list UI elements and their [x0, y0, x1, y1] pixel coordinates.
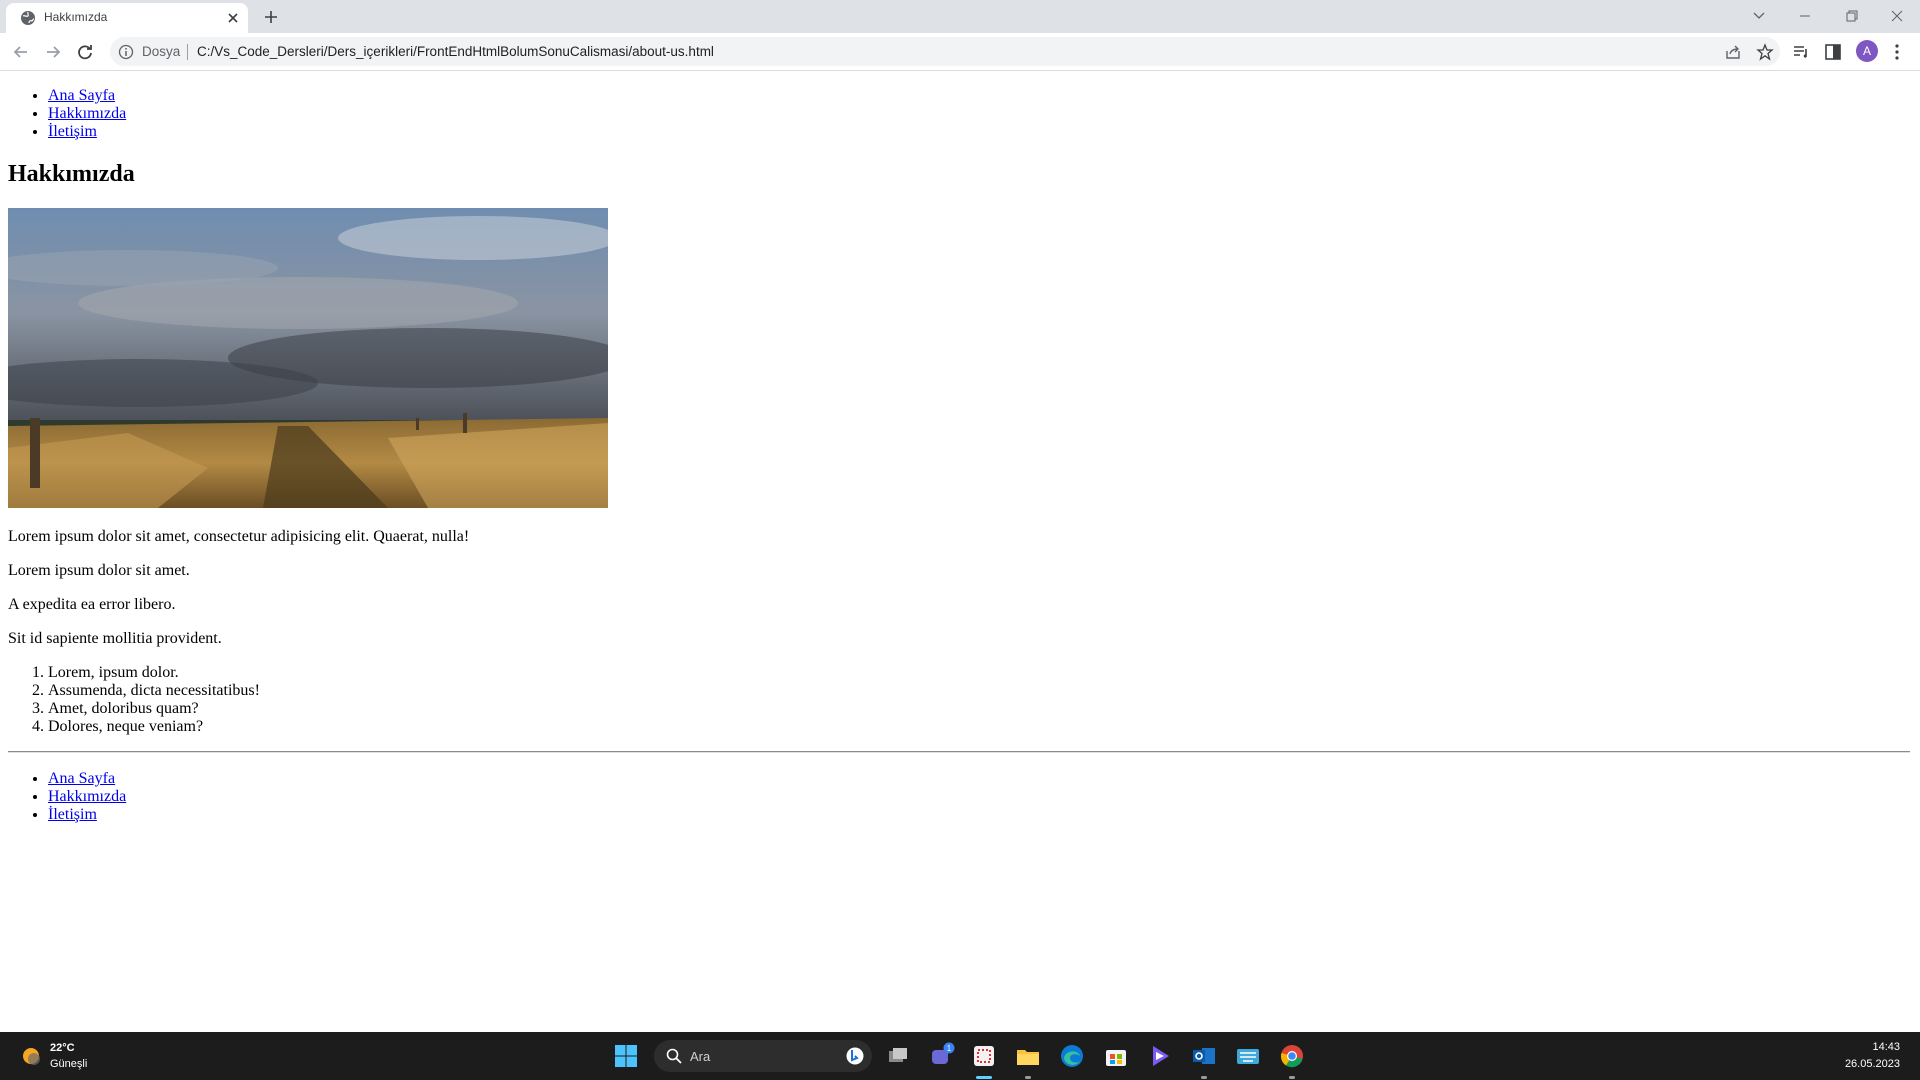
close-icon[interactable]	[224, 9, 242, 27]
browser-toolbar: Dosya C:/Vs_Code_Dersleri/Ders_içerikler…	[0, 33, 1920, 71]
tab-search-icon[interactable]	[1744, 4, 1774, 28]
address-bar[interactable]: Dosya C:/Vs_Code_Dersleri/Ders_içerikler…	[110, 37, 1780, 66]
tab-title: Hakkımızda	[44, 10, 108, 24]
chrome-icon[interactable]	[1278, 1042, 1306, 1070]
tab-active[interactable]: Hakkımızda	[6, 3, 248, 33]
url-text[interactable]: C:/Vs_Code_Dersleri/Ders_içerikleri/Fron…	[197, 44, 714, 59]
teams-badge: 1	[947, 1044, 952, 1053]
side-panel-icon[interactable]	[1822, 41, 1844, 63]
snipping-tool-icon[interactable]	[970, 1042, 998, 1070]
back-arrow-icon[interactable]	[10, 41, 32, 63]
clock-date[interactable]: 26.05.2023	[1845, 1058, 1900, 1070]
file-explorer-icon[interactable]	[1014, 1042, 1042, 1070]
reading-list-icon[interactable]	[1790, 41, 1812, 63]
weather-sun-icon[interactable]	[20, 1045, 42, 1067]
paragraph-4: Sit id sapiente mollitia provident.	[8, 630, 222, 647]
nav-link-contact[interactable]: İletişim	[48, 806, 97, 823]
window-close-icon[interactable]	[1882, 4, 1912, 28]
omnibox-separator	[187, 44, 188, 60]
reload-icon[interactable]	[74, 41, 96, 63]
taskbar: 22°C Güneşli Ara 1 14:43 26.05.2023	[0, 1032, 1920, 1080]
tab-strip: Hakkımızda	[0, 0, 1920, 33]
media-player-icon[interactable]	[1146, 1042, 1174, 1070]
list-item: Lorem, ipsum dolor.	[48, 664, 260, 682]
bookmark-star-icon[interactable]	[1756, 43, 1774, 61]
taskbar-search[interactable]: Ara	[654, 1040, 872, 1072]
nav-item-home: Ana Sayfa	[48, 87, 126, 105]
nav-link-about[interactable]: Hakkımızda	[48, 788, 126, 805]
nav-link-contact[interactable]: İletişim	[48, 123, 97, 140]
list-item: Dolores, neque veniam?	[48, 718, 260, 736]
running-indicator	[1201, 1076, 1207, 1079]
restore-icon[interactable]	[1836, 4, 1866, 28]
windows-start-icon[interactable]	[614, 1044, 638, 1068]
horizontal-rule	[8, 751, 1910, 753]
nav-link-home[interactable]: Ana Sayfa	[48, 87, 115, 104]
web-page: Ana Sayfa Hakkımızda İletişim Hakkımızda	[0, 71, 1920, 1032]
nav-item-about: Hakkımızda	[48, 105, 126, 123]
info-icon[interactable]	[118, 44, 134, 60]
bing-icon[interactable]	[846, 1047, 864, 1065]
weather-temperature: 22°C	[50, 1042, 75, 1054]
paragraph-1: Lorem ipsum dolor sit amet, consectetur …	[8, 528, 470, 545]
running-indicator	[1025, 1076, 1031, 1079]
active-app-indicator	[976, 1076, 992, 1079]
nav-item-about: Hakkımızda	[48, 788, 126, 806]
nav-item-contact: İletişim	[48, 806, 126, 824]
teams-chat-icon[interactable]: 1	[928, 1042, 956, 1070]
bottom-nav: Ana Sayfa Hakkımızda İletişim	[8, 770, 126, 824]
edge-icon[interactable]	[1058, 1042, 1086, 1070]
ordered-list: Lorem, ipsum dolor. Assumenda, dicta nec…	[8, 664, 260, 736]
list-item: Amet, doloribus quam?	[48, 700, 260, 718]
search-placeholder: Ara	[690, 1049, 711, 1064]
new-tab-icon[interactable]	[260, 6, 282, 28]
weather-condition: Güneşli	[50, 1058, 88, 1070]
microsoft-store-icon[interactable]	[1102, 1042, 1130, 1070]
minimize-icon[interactable]	[1790, 4, 1820, 28]
list-item: Assumenda, dicta necessitatibus!	[48, 682, 260, 700]
more-menu-icon[interactable]	[1886, 41, 1908, 63]
page-title: Hakkımızda	[8, 161, 135, 187]
nav-item-home: Ana Sayfa	[48, 770, 126, 788]
nav-link-home[interactable]: Ana Sayfa	[48, 770, 115, 787]
share-icon[interactable]	[1724, 43, 1742, 61]
paragraph-3: A expedita ea error libero.	[8, 596, 176, 613]
nav-link-about[interactable]: Hakkımızda	[48, 105, 126, 122]
outlook-icon[interactable]	[1190, 1042, 1218, 1070]
url-scheme-label: Dosya	[142, 44, 181, 59]
nav-item-contact: İletişim	[48, 123, 126, 141]
forward-arrow-icon[interactable]	[42, 41, 64, 63]
task-view-icon[interactable]	[884, 1042, 912, 1070]
landscape-image	[8, 208, 608, 508]
running-indicator	[1289, 1076, 1295, 1079]
profile-avatar[interactable]: A	[1856, 40, 1878, 62]
globe-icon	[21, 11, 35, 25]
clock-time[interactable]: 14:43	[1872, 1041, 1900, 1053]
keyboard-app-icon[interactable]	[1234, 1042, 1262, 1070]
top-nav: Ana Sayfa Hakkımızda İletişim	[8, 87, 126, 141]
search-icon	[666, 1048, 682, 1064]
paragraph-2: Lorem ipsum dolor sit amet.	[8, 562, 190, 579]
